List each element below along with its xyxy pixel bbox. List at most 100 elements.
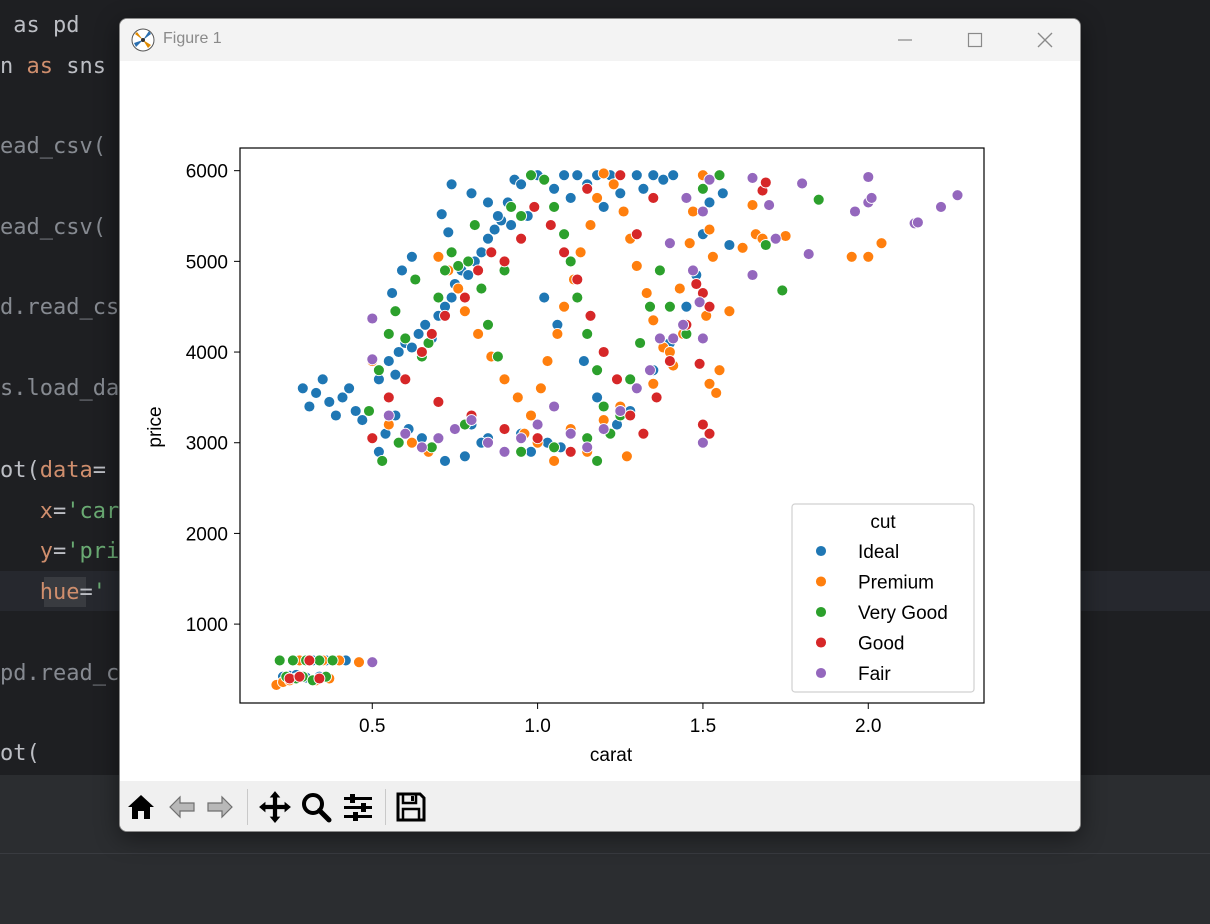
code-line[interactable]: as pd	[0, 12, 79, 40]
close-button[interactable]	[1010, 19, 1080, 61]
data-point-premium	[617, 205, 630, 218]
data-point-fair	[663, 237, 676, 250]
data-point-good	[498, 423, 511, 436]
y-tick-label: 2000	[186, 524, 228, 545]
data-point-good	[614, 169, 627, 182]
code-token: as	[26, 54, 54, 79]
data-point-very-good	[475, 282, 488, 295]
code-token: ot(	[0, 741, 40, 766]
data-point-very-good	[581, 327, 594, 340]
minimize-icon	[898, 39, 912, 41]
data-point-good	[637, 427, 650, 440]
data-point-fair	[796, 177, 809, 190]
figure-canvas[interactable]: 0.5 1.0 1.5 2.0 1000 2000 3000 4000 5000 6000 car…	[120, 61, 1080, 781]
configure-subplots-button[interactable]	[340, 789, 376, 825]
navigation-toolbar	[120, 781, 1080, 831]
code-line[interactable]: pd.read_c	[0, 660, 119, 688]
zoom-icon	[302, 793, 332, 823]
data-point-good	[759, 176, 772, 189]
data-point-premium	[710, 386, 723, 399]
data-point-good	[313, 672, 326, 685]
data-point-premium	[647, 314, 660, 327]
data-point-very-good	[571, 291, 584, 304]
data-point-premium	[498, 373, 511, 386]
data-point-very-good	[286, 654, 299, 667]
data-point-premium	[683, 237, 696, 250]
legend-label: Fair	[858, 664, 891, 685]
pan-button[interactable]	[257, 789, 293, 825]
code-token: 'car	[66, 499, 120, 524]
scatter-plot[interactable]: 0.5 1.0 1.5 2.0 1000 2000 3000 4000 5000 6000 car…	[120, 61, 1080, 781]
data-point-premium	[558, 300, 571, 313]
code-token: d.read_cs	[0, 295, 120, 320]
data-point-good	[544, 219, 557, 232]
code-token: '	[92, 580, 106, 605]
data-point-premium	[703, 223, 716, 236]
data-point-premium	[640, 287, 653, 300]
code-token: =	[92, 458, 106, 483]
code-token: s.load_da	[0, 376, 120, 401]
data-point-fair	[865, 191, 878, 204]
code-line[interactable]: n as sns	[0, 53, 106, 81]
legend-marker	[815, 575, 827, 588]
data-point-ideal	[630, 169, 643, 182]
data-point-good	[624, 409, 637, 422]
data-point-premium	[630, 259, 643, 272]
code-line[interactable]: ot(data=	[0, 457, 106, 485]
code-token: =	[53, 539, 67, 564]
code-line[interactable]: hue='	[0, 579, 106, 607]
data-point-ideal	[382, 355, 395, 368]
home-button[interactable]	[123, 789, 159, 825]
data-point-fair	[515, 432, 528, 445]
figure-window[interactable]: Figure 1 0.5 1.0 1.5 2.0 1000 2000 3000 4000 500…	[119, 18, 1081, 832]
legend-marker	[815, 667, 827, 679]
data-point-ideal	[571, 169, 584, 182]
data-point-ideal	[475, 246, 488, 259]
data-point-fair	[667, 332, 680, 345]
zoom-button[interactable]	[298, 789, 334, 825]
code-line[interactable]: d.read_cs	[0, 294, 119, 322]
data-point-fair	[911, 216, 924, 229]
data-point-fair	[653, 332, 666, 345]
y-tick-label: 5000	[186, 252, 228, 273]
data-point-fair	[630, 382, 643, 395]
data-point-good	[564, 445, 577, 458]
data-point-good	[531, 432, 544, 445]
data-point-fair	[696, 332, 709, 345]
title-bar[interactable]: Figure 1	[120, 19, 1080, 61]
data-point-very-good	[515, 445, 528, 458]
code-line[interactable]: ot(	[0, 740, 40, 768]
minimize-button[interactable]	[870, 19, 940, 61]
data-point-premium	[723, 305, 736, 318]
legend-label: Ideal	[858, 542, 899, 563]
code-token: x	[39, 499, 53, 524]
save-button[interactable]	[393, 789, 429, 825]
code-token: data	[39, 458, 93, 483]
data-point-good	[584, 309, 597, 322]
back-arrow-icon	[169, 795, 195, 819]
data-point-ideal	[482, 196, 494, 209]
save-icon	[396, 792, 426, 822]
data-point-very-good	[376, 454, 389, 467]
back-button[interactable]	[164, 789, 200, 825]
data-point-ideal	[657, 173, 670, 186]
forward-button[interactable]	[202, 789, 238, 825]
code-line[interactable]: ead_csv(	[0, 133, 106, 161]
data-point-ideal	[647, 169, 660, 182]
code-token: 'pri	[66, 539, 120, 564]
data-point-ideal	[462, 269, 475, 281]
code-line[interactable]: s.load_da	[0, 375, 119, 403]
data-point-very-good	[812, 193, 825, 206]
maximize-button[interactable]	[940, 19, 1010, 61]
code-line[interactable]: x='car	[0, 498, 119, 526]
data-point-premium	[703, 377, 716, 390]
data-point-fair	[614, 405, 627, 417]
code-line[interactable]: y='pri	[0, 538, 119, 566]
data-point-ideal	[389, 368, 402, 381]
data-point-fair	[432, 432, 445, 445]
data-point-good	[439, 309, 451, 322]
data-point-fair	[862, 171, 875, 183]
data-point-good	[693, 357, 706, 370]
data-point-ideal	[491, 210, 504, 222]
code-line[interactable]: ead_csv(	[0, 214, 106, 242]
